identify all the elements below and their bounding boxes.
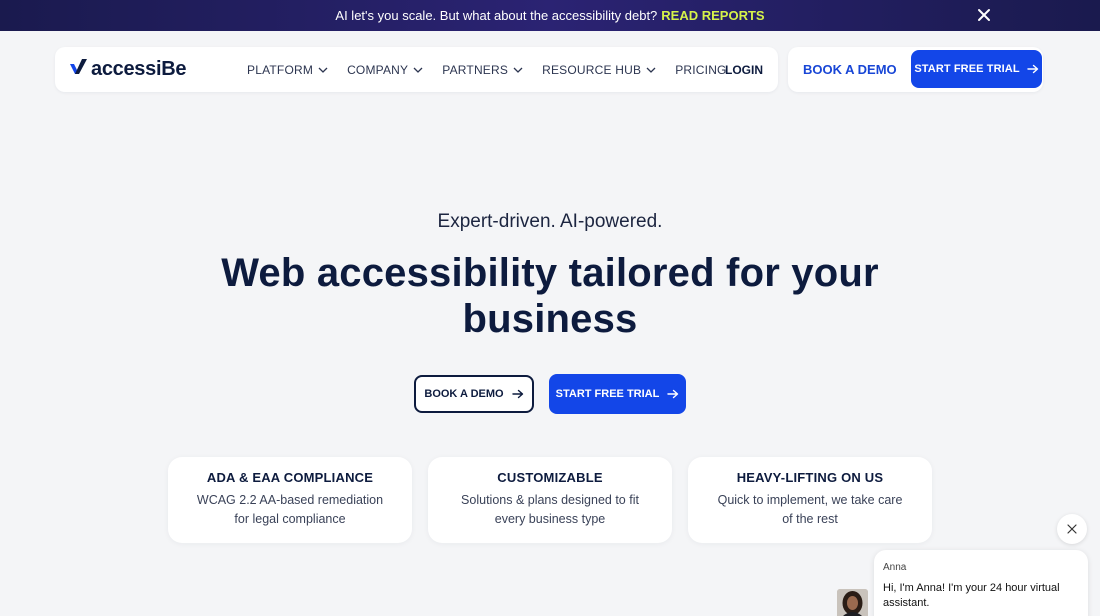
chevron-down-icon <box>646 67 656 73</box>
announcement-bar: AI let's you scale. But what about the a… <box>0 0 1100 31</box>
main-navigation: accessiBe PLATFORM COMPANY PARTNERS RESO… <box>55 47 778 92</box>
feature-text: Solutions & plans designed to fit every … <box>461 493 639 526</box>
chevron-down-icon <box>513 67 523 73</box>
arrow-right-icon <box>1026 64 1038 74</box>
hero-book-demo-button[interactable]: BOOK A DEMO <box>414 375 534 413</box>
feature-text: WCAG 2.2 AA-based remediation for legal … <box>196 493 384 526</box>
feature-title: ADA & EAA COMPLIANCE <box>206 470 374 485</box>
hero-headline: Web accessibility tailored for your busi… <box>221 251 879 341</box>
chevron-down-icon <box>413 67 423 73</box>
arrow-right-icon <box>511 389 523 399</box>
logo-check-icon <box>69 58 89 81</box>
logo[interactable]: accessiBe <box>69 58 186 80</box>
nav-start-trial-button[interactable]: START FREE TRIAL <box>911 50 1042 88</box>
chat-close-button[interactable] <box>1057 514 1087 544</box>
arrow-right-icon <box>667 389 679 399</box>
feature-card-compliance: ADA & EAA COMPLIANCE WCAG 2.2 AA-based r… <box>168 457 412 543</box>
nav-item-label: PLATFORM <box>247 62 314 77</box>
nav-item-label: PRICING <box>675 62 727 77</box>
nav-menu: PLATFORM COMPANY PARTNERS RESOURCE HUB P… <box>247 47 746 92</box>
button-label: START FREE TRIAL <box>914 63 1020 75</box>
chat-agent-name: Anna <box>883 562 907 573</box>
feature-card-customizable: CUSTOMIZABLE Solutions & plans designed … <box>428 457 672 543</box>
chat-avatar[interactable] <box>837 589 868 616</box>
close-icon[interactable] <box>976 7 992 23</box>
chat-message: Hi, I'm Anna! I'm your 24 hour virtual a… <box>883 582 1060 609</box>
chat-bubble[interactable]: Anna Hi, I'm Anna! I'm your 24 hour virt… <box>874 550 1088 616</box>
nav-item-label: PARTNERS <box>442 62 509 77</box>
hero-start-trial-button[interactable]: START FREE TRIAL <box>549 374 686 414</box>
feature-title: CUSTOMIZABLE <box>497 470 603 485</box>
chevron-down-icon <box>318 67 328 73</box>
hero-eyebrow: Expert-driven. AI-powered. <box>437 211 663 232</box>
button-label: BOOK A DEMO <box>424 388 504 400</box>
logo-text: accessiBe <box>91 57 187 80</box>
nav-item-resource-hub[interactable]: RESOURCE HUB <box>542 63 656 77</box>
feature-text: Quick to implement, we take care of the … <box>717 493 903 526</box>
nav-item-platform[interactable]: PLATFORM <box>247 63 328 77</box>
login-link[interactable]: LOGIN <box>725 63 763 77</box>
nav-cta-group: BOOK A DEMO START FREE TRIAL <box>788 47 1043 92</box>
button-label: START FREE TRIAL <box>555 388 660 400</box>
nav-book-demo-button[interactable]: BOOK A DEMO <box>803 62 897 77</box>
announcement-text: AI let's you scale. But what about the a… <box>335 8 658 23</box>
nav-item-pricing[interactable]: PRICING <box>675 63 726 77</box>
read-reports-link[interactable]: READ REPORTS <box>661 8 764 23</box>
nav-item-label: RESOURCE HUB <box>542 62 642 77</box>
feature-title: HEAVY-LIFTING ON US <box>736 470 884 485</box>
nav-item-company[interactable]: COMPANY <box>347 63 423 77</box>
close-icon <box>1067 524 1077 534</box>
feature-card-heavy-lifting: HEAVY-LIFTING ON US Quick to implement, … <box>688 457 932 543</box>
nav-item-partners[interactable]: PARTNERS <box>442 63 523 77</box>
nav-item-label: COMPANY <box>347 62 409 77</box>
